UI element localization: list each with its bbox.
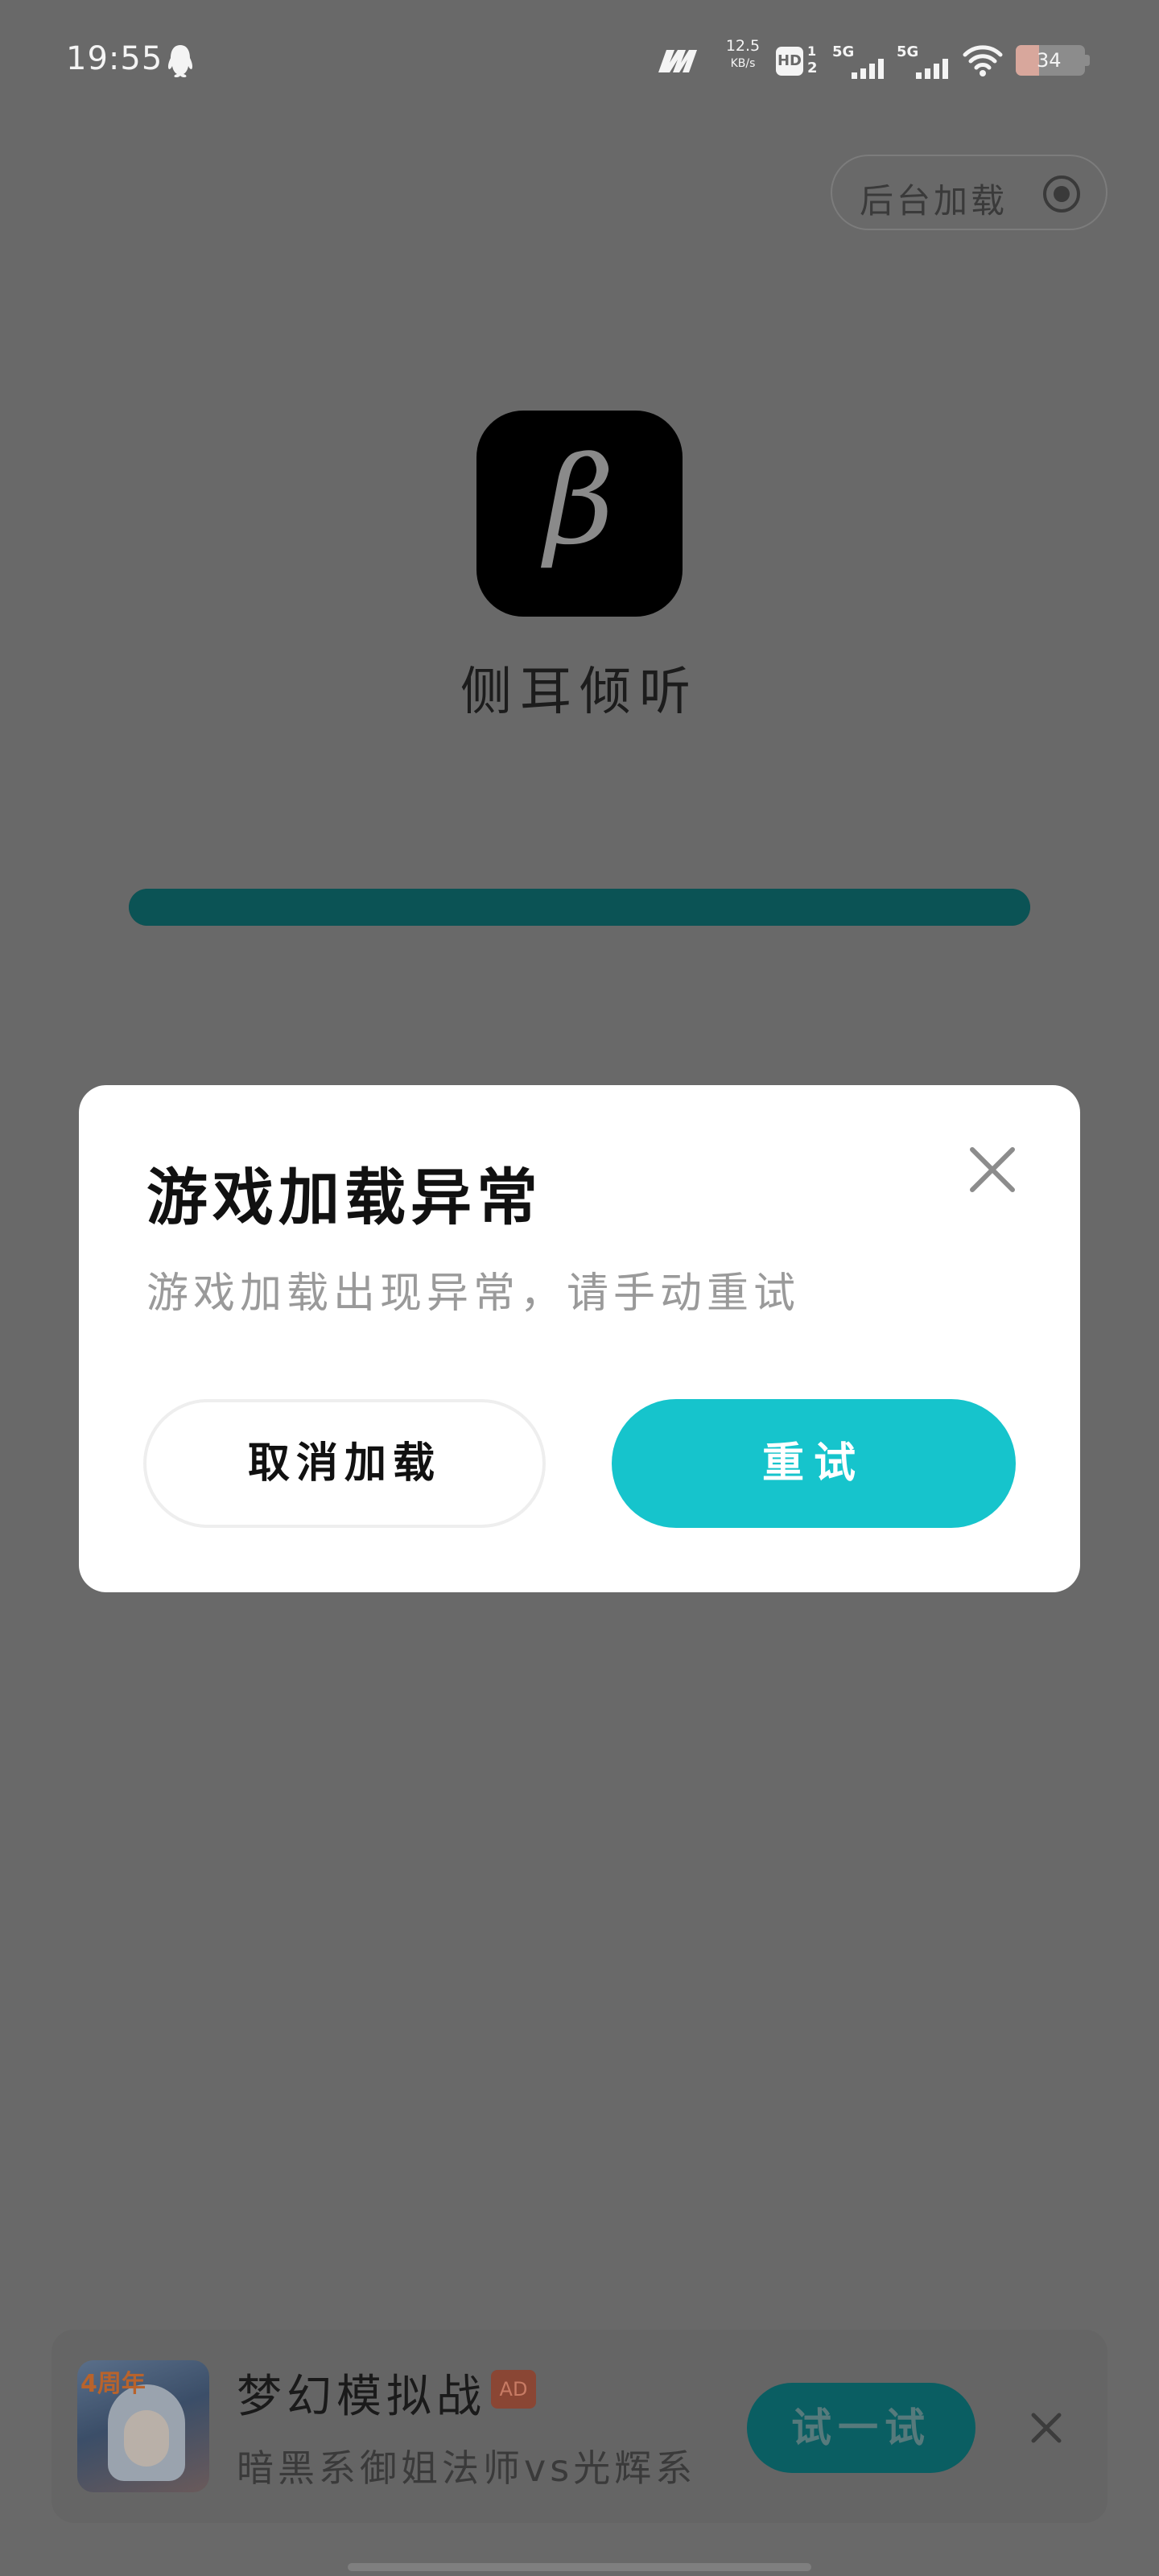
battery-nub (1085, 55, 1090, 66)
ad-thumbnail[interactable]: 4周年 (77, 2360, 209, 2492)
battery-icon: 34 (1016, 45, 1090, 76)
sim2-signal: 5G (897, 43, 953, 79)
hd-label: HD (776, 47, 803, 76)
loading-progress-fill (129, 889, 1030, 926)
signal-icon (916, 59, 948, 79)
app-icon: β (476, 411, 683, 617)
network-speed-value: 12.5 (725, 37, 761, 55)
dialog-title: 游戏加载异常 (146, 1162, 542, 1233)
status-bar: 19:55 12.5 KB/s HD 1 2 5G 5G 34 (0, 0, 1159, 121)
battery-shell: 34 (1016, 45, 1085, 76)
dialog-message: 游戏加载出现异常，请手动重试 (146, 1269, 801, 1318)
app-icon-glyph: β (544, 431, 615, 572)
qq-icon (167, 45, 193, 77)
app-name: 侧耳倾听 (460, 663, 699, 722)
network-speed-unit: KB/s (730, 57, 756, 70)
status-time: 19:55 (66, 40, 163, 77)
ad-thumbnail-badge: 4周年 (80, 2370, 146, 2398)
battery-level: 34 (1037, 49, 1062, 72)
hd-voice-badge: HD 1 2 (776, 43, 819, 77)
ad-label-badge: AD (491, 2370, 536, 2409)
sim1-signal: 5G (832, 43, 889, 79)
ad-close-icon[interactable] (1024, 2405, 1069, 2450)
network-speed: 12.5 KB/s (724, 37, 761, 70)
hd-sim1: 1 (807, 43, 817, 59)
cancel-load-button[interactable]: 取消加载 (143, 1399, 546, 1528)
ad-banner[interactable]: 4周年 梦幻模拟战 AD 暗黑系御姐法师vs光辉系 试一试 (52, 2330, 1107, 2523)
close-icon[interactable] (964, 1141, 1021, 1198)
battery-fill (1016, 45, 1039, 76)
network-icon (658, 50, 697, 72)
loading-progress-bar (129, 889, 1030, 926)
retry-button[interactable]: 重试 (612, 1399, 1016, 1528)
signal-icon (852, 59, 884, 79)
hd-sim2: 2 (807, 60, 818, 76)
ad-try-button[interactable]: 试一试 (747, 2383, 975, 2473)
home-indicator[interactable] (348, 2563, 811, 2571)
ad-title: 梦幻模拟战 (237, 2371, 486, 2423)
ad-thumbnail-face (124, 2410, 169, 2467)
background-load-button[interactable]: 后台加载 (831, 155, 1107, 230)
load-error-dialog: 游戏加载异常 游戏加载出现异常，请手动重试 取消加载 重试 (79, 1085, 1080, 1592)
wifi-icon (963, 45, 1003, 76)
ad-description: 暗黑系御姐法师vs光辉系 (237, 2446, 697, 2490)
background-load-label: 后台加载 (860, 181, 1008, 221)
radio-icon (1043, 175, 1080, 213)
